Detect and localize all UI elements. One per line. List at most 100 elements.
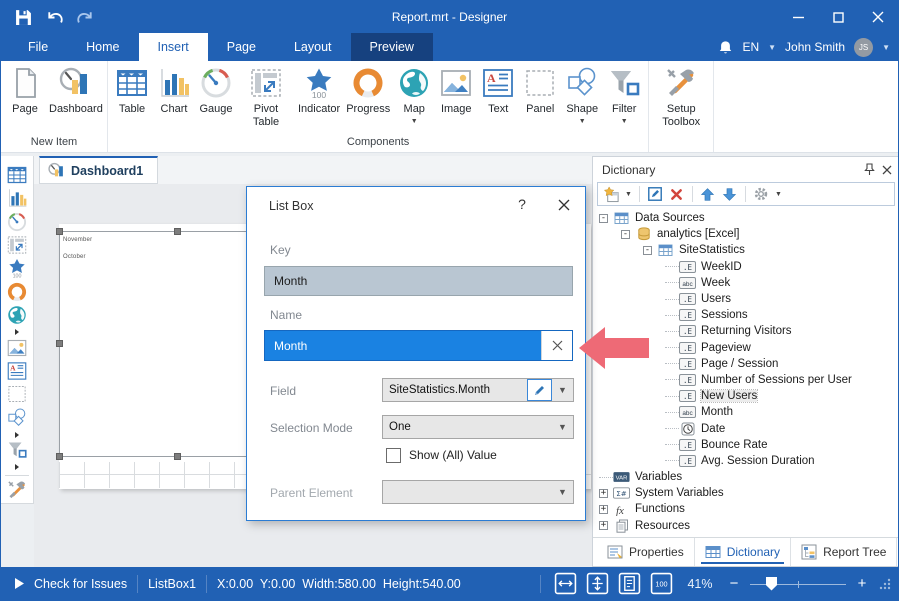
redo-icon[interactable]	[77, 9, 94, 26]
selection-mode-chevron-icon[interactable]: ▼	[552, 422, 573, 432]
fit-whole-page-icon[interactable]	[618, 572, 641, 595]
fit-page-height-icon[interactable]	[586, 572, 609, 595]
tree-item-weekid[interactable]: .EWeekID	[595, 259, 897, 275]
tree-item-functions[interactable]: +fxFunctions	[595, 501, 897, 517]
field-combo[interactable]: SiteStatistics.Month ▼	[382, 378, 574, 402]
key-input[interactable]: Month	[264, 266, 573, 296]
toolbox-text-button[interactable]: A	[6, 360, 28, 381]
flyout-arrow-icon[interactable]	[1, 431, 33, 439]
panel-tab-report-tree[interactable]: Report Tree	[791, 538, 897, 566]
ribbon-item-map[interactable]: Map▼	[393, 66, 435, 125]
toolbox-pivot-table-button[interactable]	[6, 234, 28, 255]
zoom-in-button[interactable]: +	[855, 575, 869, 592]
dropdown-chevron-icon[interactable]: ▼	[411, 118, 418, 125]
tree-item-users[interactable]: .EUsers	[595, 291, 897, 307]
field-chevron-icon[interactable]: ▼	[552, 385, 573, 395]
dialog-close-button[interactable]	[552, 194, 576, 216]
tree-item-sessions[interactable]: .ESessions	[595, 307, 897, 323]
tree-item-date[interactable]: Date	[595, 420, 897, 436]
menu-tab-home[interactable]: Home	[67, 33, 138, 61]
panel-tab-dictionary[interactable]: Dictionary	[695, 538, 791, 566]
ribbon-item-filter[interactable]: Filter▼	[603, 66, 645, 125]
save-icon[interactable]	[15, 9, 32, 26]
dict-new-item-button[interactable]	[602, 185, 620, 203]
ribbon-item-table[interactable]: Table	[111, 66, 153, 116]
check-for-issues[interactable]: Check for Issues	[34, 577, 127, 591]
dict-delete-button[interactable]	[668, 185, 686, 203]
zoom-slider[interactable]	[750, 576, 846, 592]
toolbox-gauge-button[interactable]	[6, 211, 28, 232]
run-check-icon[interactable]	[15, 578, 24, 589]
flyout-arrow-icon[interactable]	[1, 328, 33, 336]
toolbox-image-button[interactable]	[6, 337, 28, 358]
zoom-out-button[interactable]: −	[727, 575, 741, 592]
ribbon-item-shape[interactable]: Shape▼	[561, 66, 603, 125]
tree-item-avg-session-duration[interactable]: .EAvg. Session Duration	[595, 453, 897, 469]
toolbox-setup-toolbox-button[interactable]	[6, 480, 28, 501]
tab-dashboard1[interactable]: Dashboard1	[39, 156, 158, 184]
tree-item-number-of-sessions-per-user[interactable]: .ENumber of Sessions per User	[595, 372, 897, 388]
resize-grip[interactable]	[878, 577, 892, 591]
minimize-button[interactable]	[778, 1, 818, 33]
collapse-icon[interactable]: -	[621, 230, 630, 239]
zoom-100-icon[interactable]: 100	[650, 572, 673, 595]
tree-item-resources[interactable]: +Resources	[595, 518, 897, 534]
ribbon-item-progress[interactable]: Progress	[343, 66, 393, 116]
flyout-arrow-icon[interactable]	[1, 463, 33, 471]
avatar[interactable]: JS	[854, 38, 873, 57]
ribbon-item-pivot-table[interactable]: Pivot Table	[237, 66, 295, 128]
expand-icon[interactable]: +	[599, 505, 608, 514]
parent-element-combo[interactable]: ▼	[382, 480, 574, 504]
tree-item-month[interactable]: abcMonth	[595, 404, 897, 420]
ribbon-item-setup-toolbox[interactable]: Setup Toolbox	[652, 66, 710, 128]
collapse-icon[interactable]: -	[599, 214, 608, 223]
toolbox-shape-button[interactable]	[6, 407, 28, 428]
ribbon-item-gauge[interactable]: Gauge	[195, 66, 237, 116]
toolbox-map-button[interactable]	[6, 305, 28, 326]
dict-arrow-up-button[interactable]	[699, 185, 717, 203]
toolbox-progress-button[interactable]	[6, 281, 28, 302]
toolbox-indicator-button[interactable]: 100	[6, 258, 28, 279]
dialog-help-button[interactable]: ?	[512, 196, 532, 212]
zoom-slider-thumb[interactable]	[766, 577, 777, 591]
expand-icon[interactable]: +	[599, 489, 608, 498]
tree-item-bounce-rate[interactable]: .EBounce Rate	[595, 437, 897, 453]
expand-icon[interactable]: +	[599, 521, 608, 530]
fit-page-width-icon[interactable]	[554, 572, 577, 595]
user-chevron-icon[interactable]: ▼	[882, 43, 890, 52]
tree-item-analytics-excel[interactable]: -analytics [Excel]	[595, 226, 897, 242]
menu-tab-preview[interactable]: Preview	[351, 33, 433, 61]
resize-handle[interactable]	[56, 340, 63, 347]
menu-tab-page[interactable]: Page	[208, 33, 275, 61]
ribbon-item-image[interactable]: Image	[435, 66, 477, 116]
selection-mode-combo[interactable]: One ▼	[382, 415, 574, 439]
language-chevron-icon[interactable]: ▼	[768, 43, 776, 52]
bell-icon[interactable]	[718, 40, 733, 55]
menu-tab-insert[interactable]: Insert	[139, 33, 208, 61]
tree-item-data-sources[interactable]: -Data Sources	[595, 210, 897, 226]
resize-handle[interactable]	[174, 228, 181, 235]
edit-field-icon[interactable]	[527, 379, 552, 401]
parent-element-chevron-icon[interactable]: ▼	[552, 487, 573, 497]
dropdown-chevron-icon[interactable]: ▼	[579, 118, 586, 125]
user-name[interactable]: John Smith	[785, 40, 845, 54]
tree-item-new-users[interactable]: .ENew Users	[595, 388, 897, 404]
toolbox-table-button[interactable]	[6, 164, 28, 185]
menu-tab-layout[interactable]: Layout	[275, 33, 351, 61]
ribbon-item-indicator[interactable]: 100Indicator	[295, 66, 343, 116]
dict-gear-button[interactable]	[752, 185, 770, 203]
dropdown-chevron-icon[interactable]: ▼	[774, 191, 783, 198]
ribbon-item-page[interactable]: Page	[4, 66, 46, 116]
tree-item-sitestatistics[interactable]: -SiteStatistics	[595, 242, 897, 258]
name-input[interactable]: Month	[264, 330, 573, 361]
resize-handle[interactable]	[56, 453, 63, 460]
language-selector[interactable]: EN	[742, 40, 759, 54]
ribbon-item-text[interactable]: AText	[477, 66, 519, 116]
tree-item-system-variables[interactable]: +Σ#System Variables	[595, 485, 897, 501]
ribbon-item-chart[interactable]: Chart	[153, 66, 195, 116]
clear-name-icon[interactable]	[541, 331, 572, 360]
panel-tab-properties[interactable]: Properties	[597, 538, 695, 566]
dict-arrow-down-button[interactable]	[721, 185, 739, 203]
tree-item-week[interactable]: abcWeek	[595, 275, 897, 291]
dropdown-chevron-icon[interactable]: ▼	[621, 118, 628, 125]
